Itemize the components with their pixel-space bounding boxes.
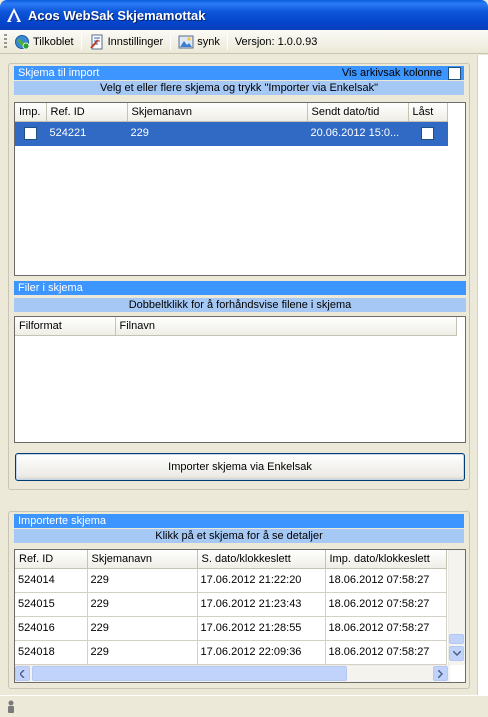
show-archive-column-checkbox[interactable]	[448, 66, 461, 80]
schema-name-cell: 229	[87, 568, 198, 593]
imported-instruction: Klikk på et skjema for å se detaljer	[14, 529, 464, 543]
show-archive-column-toggle[interactable]: Vis arkivsak kolonne	[342, 66, 461, 80]
imported-grid[interactable]: Ref. ID Skjemanavn S. dato/klokkeslett I…	[14, 549, 466, 683]
imported-schemas-panel: Importerte skjema Klikk på et skjema for…	[8, 511, 470, 689]
sync-image-icon	[178, 35, 194, 48]
imported-datetime-cell: 18.06.2012 07:58:27	[325, 592, 447, 617]
scroll-right-button[interactable]	[433, 666, 448, 681]
chevron-left-icon	[20, 669, 25, 678]
table-row[interactable]: 524015 229 17.06.2012 21:23:43 18.06.201…	[15, 592, 447, 617]
version-label: Versjon:	[234, 35, 275, 48]
globe-connected-icon	[15, 34, 30, 49]
imported-vertical-scrollbar[interactable]	[448, 550, 465, 665]
settings-label: Innstillinger	[107, 35, 164, 48]
acos-logo-icon	[7, 8, 21, 22]
imported-horizontal-scrollbar[interactable]	[15, 665, 450, 682]
column-header-imported-datetime[interactable]: Imp. dato/klokkeslett	[325, 550, 447, 569]
locked-cell	[408, 121, 448, 146]
column-header-sent-datetime[interactable]: S. dato/klokkeslett	[197, 550, 326, 569]
ref-id-cell: 524016	[15, 616, 88, 641]
person-icon	[8, 700, 14, 713]
import-checkbox[interactable]	[23, 126, 37, 140]
imported-datetime-cell: 18.06.2012 07:58:27	[325, 616, 447, 641]
toolbar-separator	[80, 33, 82, 50]
sent-datetime-cell: 17.06.2012 22:09:36	[197, 640, 326, 665]
import-cell	[15, 121, 47, 146]
column-header-import[interactable]: Imp.	[15, 103, 47, 122]
column-header-file-format[interactable]: Filformat	[15, 317, 116, 336]
schema-name-cell: 229	[127, 121, 308, 146]
column-header-schema-name[interactable]: Skjemanavn	[87, 550, 198, 569]
sent-datetime-cell: 17.06.2012 21:28:55	[197, 616, 326, 641]
files-grid[interactable]: Filformat Filnavn	[14, 316, 466, 443]
schema-name-cell: 229	[87, 640, 198, 665]
files-table: Filformat Filnavn	[15, 317, 457, 336]
schemas-to-import-panel: Skjema til import Vis arkivsak kolonne V…	[8, 63, 470, 490]
import-via-enkelsak-button[interactable]: Importer skjema via Enkelsak	[15, 453, 465, 481]
toolbar: Tilkoblet Innstillinger synk Versjon: 1.…	[0, 30, 488, 54]
imported-datetime-cell: 18.06.2012 07:58:27	[325, 568, 447, 593]
schema-name-cell: 229	[87, 592, 198, 617]
status-bar	[0, 695, 488, 717]
toolbar-separator	[226, 33, 228, 50]
sent-datetime-cell: 17.06.2012 21:22:20	[197, 568, 326, 593]
chevron-right-icon	[438, 669, 443, 678]
column-header-sent-datetime[interactable]: Sendt dato/tid	[307, 103, 409, 122]
connection-status-button[interactable]: Tilkoblet	[11, 32, 77, 52]
ref-id-cell: 524014	[15, 568, 88, 593]
sync-button[interactable]: synk	[175, 32, 223, 52]
chevron-down-icon	[452, 651, 461, 656]
imported-header-row: Ref. ID Skjemanavn S. dato/klokkeslett I…	[15, 550, 447, 569]
settings-button[interactable]: Innstillinger	[86, 32, 167, 52]
locked-checkbox[interactable]	[421, 126, 434, 140]
imported-panel-title: Importerte skjema	[18, 515, 107, 527]
sync-label: synk	[197, 35, 220, 48]
schemas-instruction: Velg et eller flere skjema og trykk "Imp…	[14, 81, 464, 95]
column-header-schema-name[interactable]: Skjemanavn	[127, 103, 308, 122]
show-archive-column-label: Vis arkivsak kolonne	[341, 67, 442, 79]
ref-id-cell: 524015	[15, 592, 88, 617]
column-header-ref-id[interactable]: Ref. ID	[46, 103, 128, 122]
toolbar-separator	[170, 33, 172, 50]
schemas-panel-title: Skjema til import	[18, 67, 100, 79]
connection-status-label: Tilkoblet	[33, 35, 74, 48]
schemas-grid[interactable]: Imp. Ref. ID Skjemanavn Sendt dato/tid L…	[14, 102, 466, 276]
sent-datetime-cell: 17.06.2012 21:23:43	[197, 592, 326, 617]
scroll-down-button[interactable]	[449, 646, 464, 661]
sent-datetime-cell: 20.06.2012 15:0...	[307, 121, 409, 146]
schemas-header-row: Imp. Ref. ID Skjemanavn Sendt dato/tid L…	[15, 103, 448, 122]
imported-table: Ref. ID Skjemanavn S. dato/klokkeslett I…	[15, 550, 447, 665]
table-row[interactable]: 524016 229 17.06.2012 21:28:55 18.06.201…	[15, 616, 447, 641]
toolbar-grip[interactable]	[4, 33, 7, 50]
table-row[interactable]: 524018 229 17.06.2012 22:09:36 18.06.201…	[15, 640, 447, 665]
vertical-scroll-thumb[interactable]	[449, 634, 464, 644]
column-header-file-name[interactable]: Filnavn	[115, 317, 457, 336]
settings-document-icon	[89, 34, 103, 49]
column-header-ref-id[interactable]: Ref. ID	[15, 550, 88, 569]
files-header-row: Filformat Filnavn	[15, 317, 457, 336]
imported-datetime-cell: 18.06.2012 07:58:27	[325, 640, 447, 665]
table-row[interactable]: 524221 229 20.06.2012 15:0...	[15, 121, 448, 146]
schemas-table: Imp. Ref. ID Skjemanavn Sendt dato/tid L…	[15, 103, 448, 146]
scroll-left-button[interactable]	[15, 666, 30, 681]
imported-panel-header: Importerte skjema	[14, 514, 464, 528]
column-header-locked[interactable]: Låst	[408, 103, 448, 122]
table-row[interactable]: 524014 229 17.06.2012 21:22:20 18.06.201…	[15, 568, 447, 593]
version-value: 1.0.0.93	[277, 35, 318, 48]
schema-name-cell: 229	[87, 616, 198, 641]
schemas-panel-header: Skjema til import Vis arkivsak kolonne	[14, 66, 464, 80]
files-panel-title: Filer i skjema	[18, 282, 83, 294]
title-bar[interactable]: Acos WebSak Skjemamottak	[0, 0, 488, 30]
window-title: Acos WebSak Skjemamottak	[28, 7, 206, 23]
ref-id-cell: 524018	[15, 640, 88, 665]
horizontal-scroll-thumb[interactable]	[32, 666, 347, 681]
ref-id-cell: 524221	[46, 121, 128, 146]
files-instruction: Dobbeltklikk for å forhåndsvise filene i…	[14, 298, 466, 312]
right-pane-edge	[477, 55, 488, 695]
files-panel-header: Filer i skjema	[14, 281, 466, 295]
